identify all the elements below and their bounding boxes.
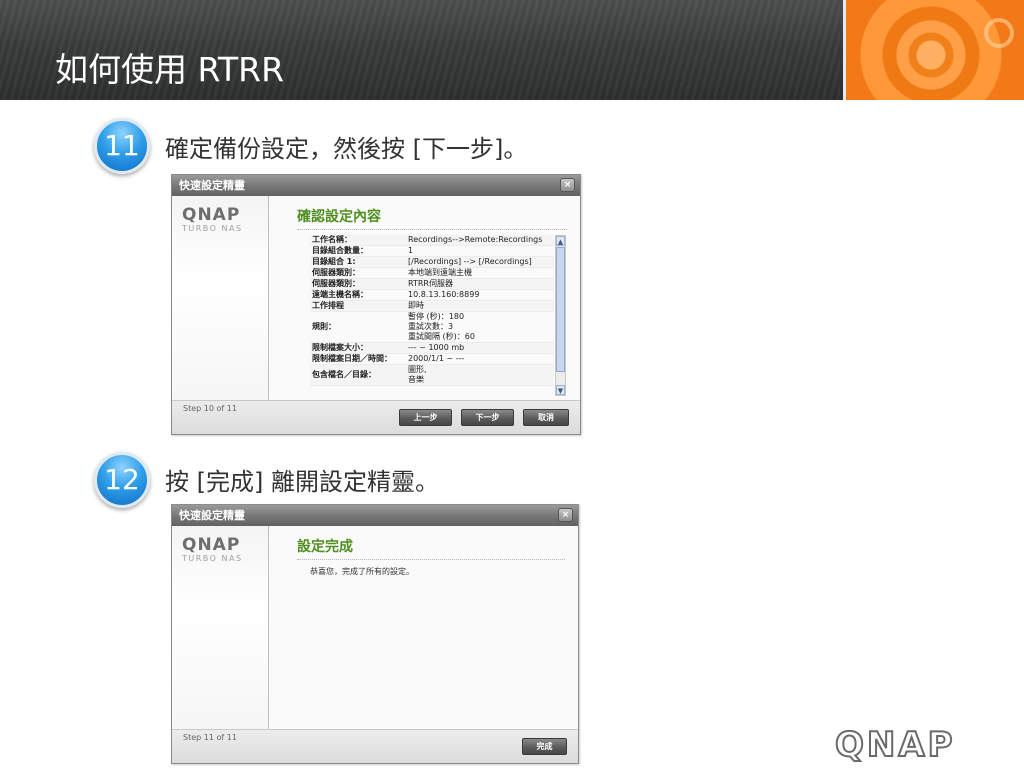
brand-name: QNAP <box>182 535 241 555</box>
finish-button[interactable]: 完成 <box>522 738 567 755</box>
table-row: 包含檔名／目錄： 圖形, 音樂 <box>310 365 554 386</box>
setting-label: 工作排程 <box>312 301 344 310</box>
setting-label: 包含檔名／目錄： <box>312 370 376 379</box>
step-number-badge: 11 <box>94 118 150 174</box>
scroll-thumb[interactable] <box>556 247 565 372</box>
brand-name: QNAP <box>182 205 241 225</box>
brand-subtitle: TURBO NAS <box>182 554 243 563</box>
dialog-heading: 設定完成 <box>297 539 353 555</box>
wizard-dialog-finish: 快速設定精靈 × QNAP TURBO NAS 設定完成 恭喜您，完成了所有的設… <box>171 504 579 764</box>
dialog-title: 快速設定精靈 <box>179 509 245 522</box>
step-instruction: 確定備份設定，然後按 [下一步]。 <box>165 135 528 163</box>
cancel-button[interactable]: 取消 <box>523 409 569 426</box>
setting-value: RTRR伺服器 <box>408 279 453 288</box>
table-row: 目錄組合數量： 1 <box>310 246 554 257</box>
setting-value: 暫停 (秒)：180 重試次數：3 重試間隔 (秒)：60 <box>408 312 475 341</box>
setting-value: 圖形, 音樂 <box>408 365 427 384</box>
back-button[interactable]: 上一步 <box>399 409 452 426</box>
table-row: 目錄組合 1: [/Recordings] --> [/Recordings] <box>310 257 554 268</box>
setting-label: 限制檔案日期／時間： <box>312 354 392 363</box>
close-icon[interactable]: × <box>558 508 573 522</box>
step-counter: Step 10 of 11 <box>183 404 237 413</box>
step-number-badge: 12 <box>94 452 150 508</box>
table-row: 伺服器類別： RTRR伺服器 <box>310 279 554 290</box>
dialog-heading: 確認設定內容 <box>297 209 381 225</box>
setting-label: 限制檔案大小： <box>312 343 368 352</box>
table-row: 工作名稱： Recordings-->Remote:Recordings <box>310 235 554 246</box>
slide-title: 如何使用 RTRR <box>55 50 285 89</box>
table-row: 限制檔案日期／時間： 2000/1/1 ~ --- <box>310 354 554 365</box>
setting-value: 2000/1/1 ~ --- <box>408 354 465 363</box>
setting-label: 遠端主機名稱： <box>312 290 368 299</box>
dialog-sidebar: QNAP TURBO NAS <box>172 526 269 729</box>
setting-label: 規則： <box>312 322 336 331</box>
settings-summary-table: 工作名稱： Recordings-->Remote:Recordings 目錄組合數… <box>310 235 554 386</box>
step-counter: Step 11 of 11 <box>183 733 237 742</box>
setting-value: Recordings-->Remote:Recordings <box>408 235 543 244</box>
scroll-down-icon[interactable]: ▼ <box>556 385 565 395</box>
setting-value: 本地端到遠端主機 <box>408 268 472 277</box>
wizard-dialog-confirm: 快速設定精靈 × QNAP TURBO NAS 確認設定內容 工作名稱： Reco… <box>171 174 581 435</box>
dialog-titlebar: 快速設定精靈 <box>172 505 578 526</box>
dialog-titlebar: 快速設定精靈 <box>172 175 580 196</box>
qnap-logo: QNAP TURBO NAS <box>182 206 252 234</box>
table-row: 工作排程 即時 <box>310 301 554 312</box>
setting-label: 伺服器類別： <box>312 279 360 288</box>
setting-label: 伺服器類別： <box>312 268 360 277</box>
scroll-up-icon[interactable]: ▲ <box>556 236 565 246</box>
setting-label: 目錄組合數量： <box>312 246 368 255</box>
table-row: 遠端主機名稱： 10.8.13.160:8899 <box>310 290 554 301</box>
qnap-logo: QNAP TURBO NAS <box>182 536 252 564</box>
step-instruction: 按 [完成] 離開設定精靈。 <box>165 468 439 496</box>
close-icon[interactable]: × <box>560 178 575 192</box>
setting-value: 1 <box>408 246 414 255</box>
setting-value: 即時 <box>408 301 424 310</box>
table-row: 規則： 暫停 (秒)：180 重試次數：3 重試間隔 (秒)：60 <box>310 312 554 343</box>
setting-label: 目錄組合 1: <box>312 257 356 266</box>
table-row: 伺服器類別： 本地端到遠端主機 <box>310 268 554 279</box>
brand-subtitle: TURBO NAS <box>182 224 243 233</box>
completion-message: 恭喜您，完成了所有的設定。 <box>310 567 414 576</box>
dialog-title: 快速設定精靈 <box>179 179 245 192</box>
table-row: 限制檔案大小： --- ~ 1000 mb <box>310 343 554 354</box>
next-button[interactable]: 下一步 <box>461 409 514 426</box>
qnap-logo-footer: QNAP <box>834 724 956 766</box>
dialog-footer: Step 10 of 11 上一步 下一步 取消 <box>172 400 580 434</box>
divider <box>297 229 567 230</box>
setting-value: [/Recordings] --> [/Recordings] <box>408 257 532 266</box>
scrollbar[interactable]: ▲ ▼ <box>555 235 566 396</box>
setting-value: --- ~ 1000 mb <box>408 343 465 352</box>
header-decoration <box>843 0 1024 100</box>
dialog-sidebar: QNAP TURBO NAS <box>172 196 269 400</box>
dialog-footer: Step 11 of 11 完成 <box>172 729 578 763</box>
setting-label: 工作名稱： <box>312 235 352 244</box>
setting-value: 10.8.13.160:8899 <box>408 290 480 299</box>
divider <box>297 559 565 560</box>
